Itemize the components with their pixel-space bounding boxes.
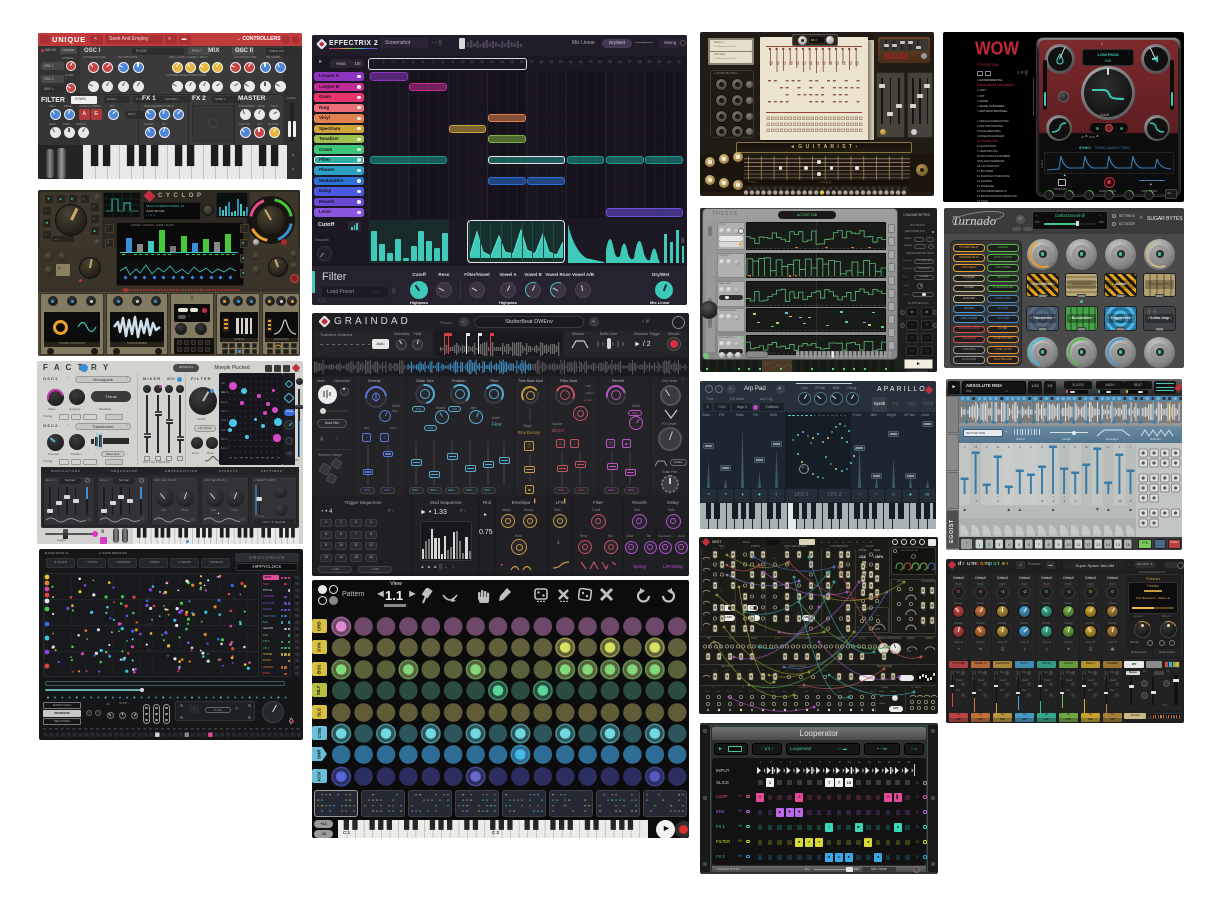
svg-text:10: 10 (1066, 542, 1071, 547)
svg-text:15: 15 (1116, 542, 1121, 547)
svg-text:16: 16 (1126, 542, 1131, 547)
svg-text:12: 12 (1086, 542, 1091, 547)
svg-text:13: 13 (1096, 542, 1101, 547)
svg-text:14: 14 (1106, 542, 1111, 547)
